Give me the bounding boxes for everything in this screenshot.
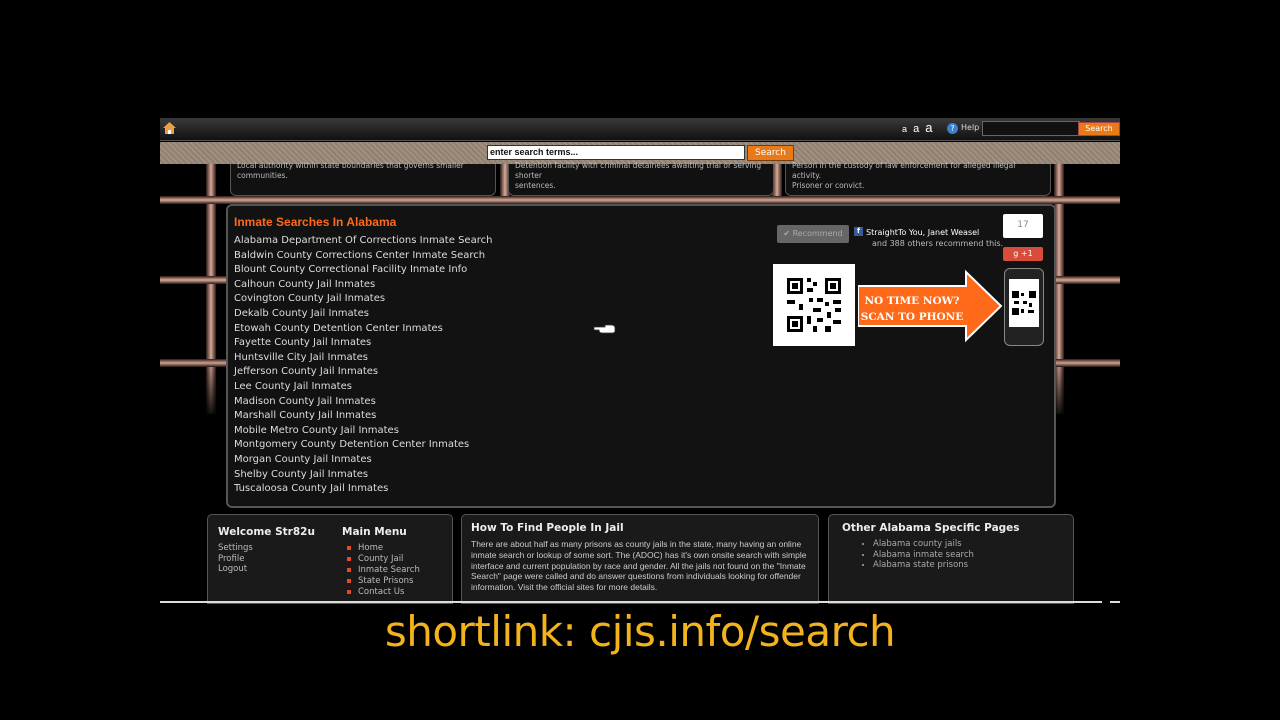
help-link[interactable]: Help bbox=[961, 123, 979, 132]
info-box-text: Local authority within state boundaries … bbox=[237, 161, 464, 170]
facebook-icon: f bbox=[854, 227, 863, 236]
top-search-button[interactable]: Search bbox=[1078, 122, 1120, 136]
howto-panel: How To Find People In Jail There are abo… bbox=[461, 514, 819, 604]
main-search-button[interactable]: Search bbox=[747, 145, 794, 161]
font-size-medium[interactable]: a bbox=[913, 123, 919, 135]
inmate-link-dekalb[interactable]: Dekalb County Jail Inmates bbox=[234, 307, 492, 322]
menu-item-inmate-search[interactable]: Inmate Search bbox=[347, 565, 420, 576]
inmate-link-etowah[interactable]: Etowah County Detention Center Inmates bbox=[234, 322, 492, 337]
menu-item-label: Inmate Search bbox=[358, 565, 420, 575]
info-box-text: Person in the custody of law enforcement… bbox=[792, 161, 1016, 180]
recommend-button[interactable]: ✔ Recommend bbox=[777, 225, 849, 243]
menu-item-contact-us[interactable]: Contact Us bbox=[347, 587, 420, 598]
other-link-state-prisons[interactable]: Alabama state prisons bbox=[873, 560, 974, 571]
font-size-small[interactable]: a bbox=[902, 124, 907, 134]
menu-item-label: Home bbox=[358, 543, 384, 553]
scan-to-phone-arrow: NO TIME NOW? SCAN TO PHONE bbox=[858, 269, 1003, 343]
menu-item-label: State Prisons bbox=[358, 576, 414, 586]
settings-link[interactable]: Settings bbox=[218, 543, 253, 554]
info-box-text: communities. bbox=[237, 171, 288, 180]
inmate-link-covington[interactable]: Covington County Jail Inmates bbox=[234, 292, 492, 307]
bullet-icon bbox=[347, 589, 351, 594]
inmate-link-huntsville[interactable]: Huntsville City Jail Inmates bbox=[234, 351, 492, 366]
phone-qr-icon bbox=[1009, 279, 1039, 327]
inmate-search-list: Alabama Department Of Corrections Inmate… bbox=[234, 234, 492, 497]
info-box-text: Prisoner or convict. bbox=[792, 181, 865, 190]
bullet-icon bbox=[347, 556, 351, 561]
gplus-count-bubble: 17 bbox=[1003, 214, 1043, 238]
inmate-link-mobile[interactable]: Mobile Metro County Jail Inmates bbox=[234, 424, 492, 439]
help-icon[interactable]: ? bbox=[947, 123, 958, 134]
info-box-text: Detention facility with criminal detaine… bbox=[515, 161, 762, 180]
howto-text: There are about half as many prisons as … bbox=[471, 539, 807, 593]
main-menu-title: Main Menu bbox=[342, 526, 407, 538]
main-menu: Home County Jail Inmate Search State Pri… bbox=[347, 543, 420, 598]
inmate-link-montgomery[interactable]: Montgomery County Detention Center Inmat… bbox=[234, 438, 492, 453]
hand-pointer-icon bbox=[593, 324, 616, 334]
menu-item-county-jail[interactable]: County Jail bbox=[347, 554, 420, 565]
inmate-link-baldwin[interactable]: Baldwin County Corrections Center Inmate… bbox=[234, 249, 492, 264]
home-icon[interactable] bbox=[163, 122, 176, 134]
bullet-icon bbox=[347, 578, 351, 583]
inmate-link-marshall[interactable]: Marshall County Jail Inmates bbox=[234, 409, 492, 424]
facebook-recommend-text: StraightTo You, Janet Weasel and 388 oth… bbox=[866, 227, 1003, 249]
gplus-label: +1 bbox=[1020, 249, 1033, 258]
inmate-link-adoc[interactable]: Alabama Department Of Corrections Inmate… bbox=[234, 234, 492, 249]
scan-text-line1: NO TIME NOW? bbox=[864, 295, 959, 307]
main-search-input[interactable]: enter search terms... bbox=[487, 145, 745, 160]
other-pages-list: Alabama county jails Alabama inmate sear… bbox=[841, 539, 974, 571]
info-box-inmate: Person in the custody of law enforcement… bbox=[785, 161, 1051, 196]
inmate-link-jefferson[interactable]: Jefferson County Jail Inmates bbox=[234, 365, 492, 380]
inmate-link-madison[interactable]: Madison County Jail Inmates bbox=[234, 395, 492, 410]
other-pages-title: Other Alabama Specific Pages bbox=[842, 522, 1020, 534]
inmate-link-tuscaloosa[interactable]: Tuscaloosa County Jail Inmates bbox=[234, 482, 492, 497]
inmate-link-fayette[interactable]: Fayette County Jail Inmates bbox=[234, 336, 492, 351]
font-size-controls: a a a bbox=[902, 120, 936, 135]
qr-code-icon bbox=[773, 264, 855, 346]
scan-text-line2: SCAN TO PHONE bbox=[861, 311, 964, 323]
profile-link[interactable]: Profile bbox=[218, 554, 253, 565]
account-links: Settings Profile Logout bbox=[218, 543, 253, 575]
info-box-city: Local authority within state boundaries … bbox=[230, 161, 496, 196]
logout-link[interactable]: Logout bbox=[218, 564, 253, 575]
inmate-search-panel: Inmate Searches In Alabama Alabama Depar… bbox=[226, 204, 1056, 508]
menu-item-state-prisons[interactable]: State Prisons bbox=[347, 576, 420, 587]
other-link-county-jails[interactable]: Alabama county jails bbox=[873, 539, 974, 550]
bullet-icon bbox=[347, 545, 351, 550]
fb-names[interactable]: StraightTo You, Janet Weasel bbox=[866, 227, 1003, 238]
top-toolbar: a a a ? Help Search bbox=[160, 118, 1120, 141]
recommend-label: Recommend bbox=[792, 229, 843, 238]
menu-item-label: County Jail bbox=[358, 554, 404, 564]
divider-line bbox=[1110, 601, 1120, 603]
phone-icon bbox=[1004, 268, 1044, 346]
shortlink-caption: shortlink: cjis.info/search bbox=[384, 607, 896, 656]
other-pages-panel: Other Alabama Specific Pages Alabama cou… bbox=[828, 514, 1074, 604]
inmate-link-morgan[interactable]: Morgan County Jail Inmates bbox=[234, 453, 492, 468]
welcome-panel: Welcome Str82u Settings Profile Logout M… bbox=[207, 514, 453, 604]
welcome-title: Welcome Str82u bbox=[218, 526, 315, 538]
inmate-link-shelby[interactable]: Shelby County Jail Inmates bbox=[234, 468, 492, 483]
gplus-button[interactable]: g +1 bbox=[1003, 247, 1043, 261]
inmate-link-lee[interactable]: Lee County Jail Inmates bbox=[234, 380, 492, 395]
inmate-link-blount[interactable]: Blount County Correctional Facility Inma… bbox=[234, 263, 492, 278]
menu-item-label: Contact Us bbox=[358, 587, 405, 597]
font-size-large[interactable]: a bbox=[925, 120, 932, 135]
other-link-inmate-search[interactable]: Alabama inmate search bbox=[873, 550, 974, 561]
info-box-text: sentences. bbox=[515, 181, 556, 190]
info-box-county-jail: Detention facility with criminal detaine… bbox=[508, 161, 774, 196]
bullet-icon bbox=[347, 567, 351, 572]
inmate-link-calhoun[interactable]: Calhoun County Jail Inmates bbox=[234, 278, 492, 293]
section-title: Inmate Searches In Alabama bbox=[234, 215, 397, 229]
top-search-input[interactable] bbox=[982, 121, 1080, 136]
howto-title: How To Find People In Jail bbox=[471, 522, 624, 534]
menu-item-home[interactable]: Home bbox=[347, 543, 420, 554]
divider-line bbox=[160, 601, 1102, 603]
fb-others: and 388 others recommend this. bbox=[872, 239, 1004, 248]
